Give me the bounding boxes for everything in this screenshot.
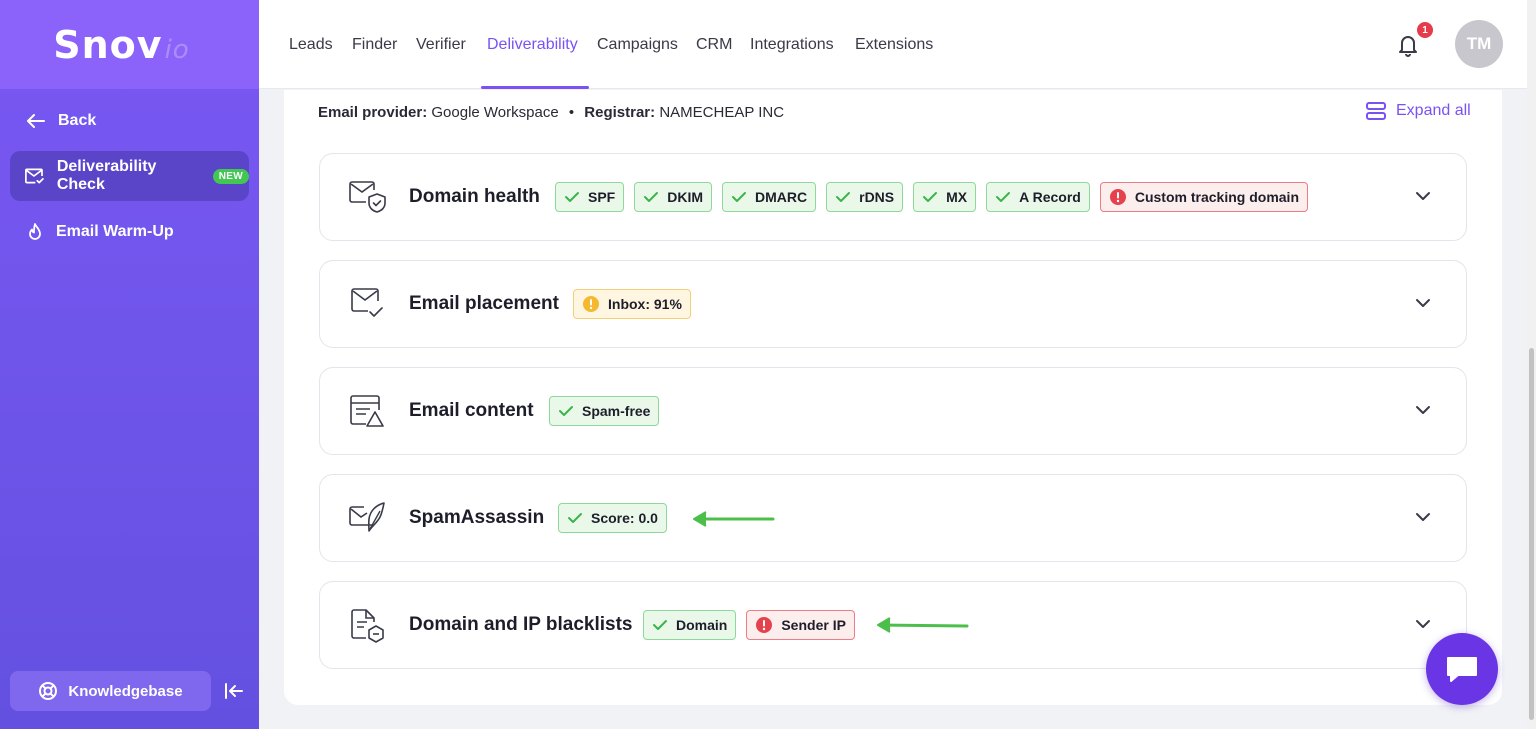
nav-crm[interactable]: CRM — [696, 0, 732, 89]
chevron-down-icon[interactable] — [1414, 403, 1432, 417]
email-provider-value: Google Workspace — [431, 104, 559, 121]
nav-campaigns[interactable]: Campaigns — [597, 0, 678, 89]
status-chip-score: Score: 0.0 — [558, 503, 667, 533]
annotation-arrow-sender-ip — [877, 617, 969, 633]
scrollbar[interactable] — [1527, 0, 1536, 729]
check-icon — [653, 620, 667, 630]
new-badge: NEW — [212, 168, 249, 184]
section-email-placement[interactable]: Email placement Inbox: 91% — [319, 260, 1467, 348]
check-icon — [644, 192, 659, 202]
back-label: Back — [58, 112, 97, 129]
check-icon — [923, 192, 938, 202]
section-title: Domain and IP blacklists — [409, 614, 633, 635]
expand-all-button[interactable]: Expand all — [1366, 102, 1471, 120]
chat-bubble-icon — [1447, 657, 1477, 682]
mail-shield-icon — [349, 181, 386, 213]
status-chip-spf: SPF — [555, 182, 625, 212]
knowledgebase-button[interactable]: Knowledgebase — [10, 671, 211, 711]
sidebar-item-label: Deliverability Check — [56, 158, 157, 193]
status-chip-a-record: A Record — [986, 182, 1090, 212]
knowledgebase-label: Knowledgebase — [68, 682, 183, 700]
sidebar-item-email-warm-up[interactable]: Email Warm-Up — [10, 207, 249, 257]
notification-count-badge: 1 — [1417, 22, 1433, 38]
collapse-sidebar-button[interactable] — [222, 679, 246, 703]
top-navigation: Leads Finder Verifier Deliverability Cam… — [259, 0, 1527, 89]
sidebar-item-label: Email Warm-Up — [56, 223, 174, 240]
section-title: Domain health — [409, 186, 540, 207]
registrar-label: Registrar: — [584, 104, 656, 121]
error-icon — [1109, 189, 1126, 205]
logo-suffix: io — [164, 34, 190, 65]
document-warning-icon — [350, 395, 384, 427]
nav-verifier[interactable]: Verifier — [416, 0, 466, 89]
warning-icon — [583, 296, 599, 312]
flame-icon — [29, 223, 41, 240]
check-icon — [732, 192, 747, 202]
logo[interactable]: Snovio — [0, 0, 259, 89]
document-block-icon — [351, 609, 384, 643]
blacklists-chips: Domain Sender IP — [643, 610, 855, 640]
sidebar: Snovio Back Deliverability Check NEW Ema… — [0, 0, 259, 729]
status-chip-custom-tracking-domain: Custom tracking domain — [1099, 182, 1308, 212]
section-email-content[interactable]: Email content Spam-free — [319, 367, 1467, 455]
status-chip-mx: MX — [913, 182, 977, 212]
check-icon — [996, 192, 1011, 202]
chevron-down-icon[interactable] — [1414, 510, 1432, 524]
nav-finder[interactable]: Finder — [352, 0, 397, 89]
status-chip-dmarc: DMARC — [722, 182, 817, 212]
chat-button[interactable] — [1426, 633, 1498, 705]
domain-health-chips: SPF DKIM DMARC rDNS MX A Record Custom t… — [555, 182, 1308, 212]
annotation-arrow-score — [693, 511, 775, 527]
expand-all-label: Expand all — [1396, 102, 1471, 119]
active-tab-indicator — [481, 86, 589, 89]
status-chip-inbox: Inbox: 91% — [573, 289, 691, 319]
mail-feather-icon — [349, 502, 385, 532]
provider-info: Email provider: Google Workspace • Regis… — [318, 104, 784, 121]
nav-integrations[interactable]: Integrations — [750, 0, 834, 89]
chevron-down-icon[interactable] — [1414, 189, 1432, 203]
mail-check-icon — [25, 168, 44, 184]
expand-rows-icon — [1366, 102, 1386, 120]
nav-leads[interactable]: Leads — [289, 0, 333, 89]
check-icon — [568, 513, 582, 523]
bell-icon — [1399, 36, 1417, 57]
section-title: Email content — [409, 400, 534, 421]
chevron-down-icon[interactable] — [1414, 296, 1432, 310]
section-domain-health[interactable]: Domain health SPF DKIM DMARC rDNS MX A R… — [319, 153, 1467, 241]
lifebuoy-icon — [39, 682, 58, 700]
logo-text: Snov — [53, 22, 163, 67]
section-title: SpamAssassin — [409, 507, 545, 528]
email-provider-label: Email provider: — [318, 104, 428, 121]
registrar-value: NAMECHEAP INC — [659, 104, 785, 121]
error-icon — [756, 617, 773, 633]
chevron-down-icon[interactable] — [1414, 617, 1432, 631]
status-chip-dkim: DKIM — [634, 182, 713, 212]
notifications-button[interactable] — [1397, 33, 1419, 62]
scrollbar-thumb[interactable] — [1529, 348, 1534, 720]
check-icon — [565, 192, 579, 202]
avatar[interactable]: TM — [1455, 20, 1503, 68]
arrow-left-icon — [27, 114, 45, 128]
collapse-left-icon — [225, 683, 243, 699]
deliverability-report: Email provider: Google Workspace • Regis… — [284, 90, 1502, 705]
email-content-chips: Spam-free — [549, 396, 660, 426]
spamassassin-chips: Score: 0.0 — [558, 503, 667, 533]
section-title: Email placement — [409, 293, 559, 314]
status-chip-rdns: rDNS — [826, 182, 904, 212]
nav-deliverability[interactable]: Deliverability — [487, 0, 578, 89]
check-icon — [559, 406, 573, 416]
check-icon — [836, 192, 851, 202]
email-placement-chips: Inbox: 91% — [573, 289, 691, 319]
status-chip-sender-ip: Sender IP — [746, 610, 855, 640]
status-chip-domain: Domain — [643, 610, 737, 640]
section-spamassassin[interactable]: SpamAssassin Score: 0.0 — [319, 474, 1467, 562]
back-button[interactable]: Back — [10, 96, 249, 146]
mail-check-icon — [351, 288, 383, 317]
nav-extensions[interactable]: Extensions — [855, 0, 933, 89]
separator-dot: • — [568, 104, 575, 121]
status-chip-spam-free: Spam-free — [549, 396, 660, 426]
sidebar-item-deliverability-check[interactable]: Deliverability Check NEW — [10, 151, 249, 201]
